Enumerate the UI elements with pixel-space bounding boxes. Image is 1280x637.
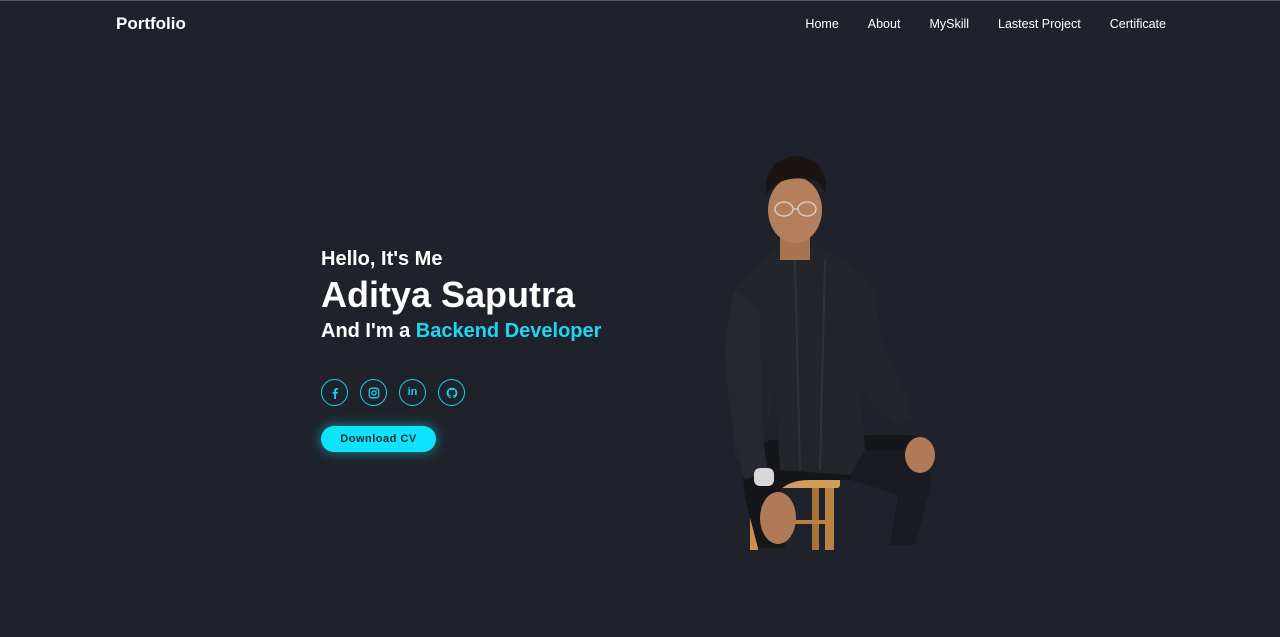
hero-section: Hello, It's Me Aditya Saputra And I'm a …: [321, 246, 681, 344]
download-cv-button[interactable]: Download CV: [321, 426, 436, 452]
watch-shape: [754, 468, 774, 486]
left-hand-shape: [760, 492, 796, 544]
hero-name: Aditya Saputra: [321, 274, 576, 315]
facebook-link[interactable]: [321, 379, 348, 406]
facebook-icon: [332, 387, 338, 399]
main-nav: Home About MySkill Lastest Project Certi…: [805, 17, 1166, 31]
nav-latest-project[interactable]: Lastest Project: [998, 17, 1081, 31]
role-highlight: Backend Developer: [415, 320, 602, 342]
github-icon: [446, 387, 457, 398]
face-shape: [768, 177, 822, 243]
navbar: Portfolio Home About MySkill Lastest Pro…: [0, 1, 1280, 47]
instagram-icon: [368, 387, 379, 398]
social-links: in: [321, 379, 477, 406]
logo-link[interactable]: Portfolio: [116, 14, 186, 34]
nav-certificate[interactable]: Certificate: [1110, 17, 1166, 31]
nav-myskill[interactable]: MySkill: [929, 17, 969, 31]
hero-greeting: Hello, It's Me: [321, 248, 443, 270]
nav-home[interactable]: Home: [805, 17, 838, 31]
profile-photo: [726, 156, 935, 550]
nav-about[interactable]: About: [868, 17, 901, 31]
linkedin-icon: in: [407, 386, 418, 398]
github-link[interactable]: [438, 379, 465, 406]
hero-role: And I'm a Backend Developer: [321, 318, 681, 344]
right-hand-shape: [905, 437, 935, 473]
linkedin-link[interactable]: in: [399, 379, 426, 406]
instagram-link[interactable]: [360, 379, 387, 406]
role-prefix: And I'm a: [321, 320, 411, 342]
